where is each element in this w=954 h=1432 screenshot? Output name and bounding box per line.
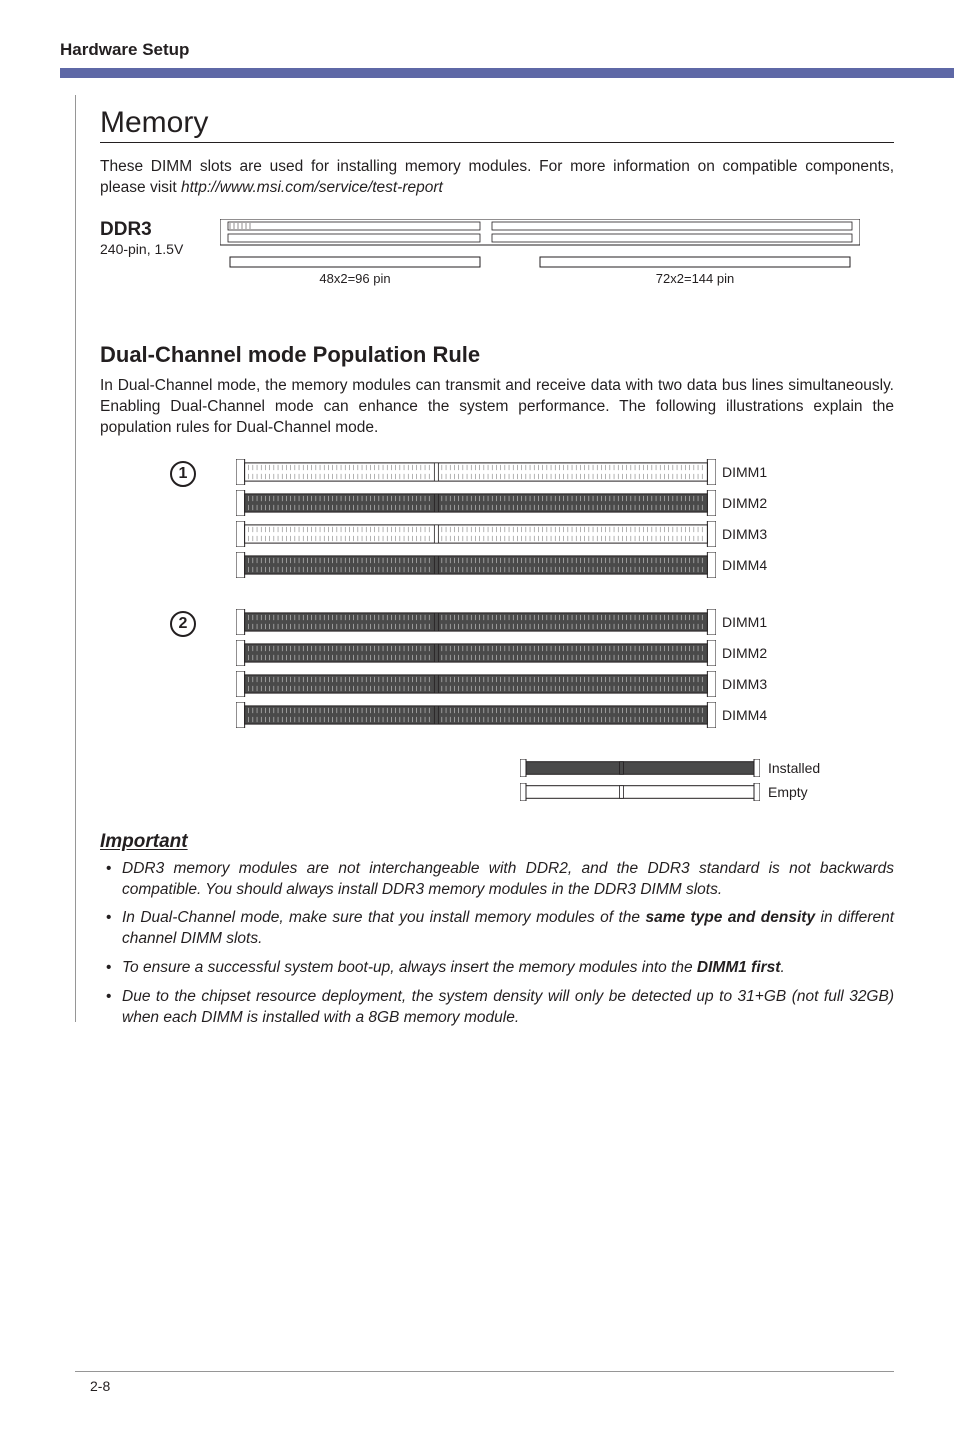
dual-channel-text: In Dual-Channel mode, the memory modules…	[100, 376, 894, 439]
pin-right-label: 72x2=144 pin	[656, 271, 734, 286]
ddr3-label: DDR3 240-pin, 1.5V	[100, 219, 220, 257]
important-list: DDR3 memory modules are not interchangea…	[100, 859, 894, 1029]
config-1: 1 DIMM1 DIMM2 DIMM3 DIMM4	[170, 459, 894, 583]
left-margin-rule	[75, 95, 76, 1022]
important-title: Important	[100, 831, 894, 853]
ddr3-module-diagram: 48x2=96 pin 72x2=144 pin	[220, 219, 894, 302]
dimm-slot-icon	[236, 640, 716, 666]
dimm-slot-icon	[236, 609, 716, 635]
dimm-slot-icon	[236, 702, 716, 728]
dimm-slot-icon	[236, 459, 716, 485]
ddr3-title: DDR3	[100, 219, 220, 241]
footer-rule	[75, 1371, 894, 1372]
dimm-slot-icon	[236, 521, 716, 547]
pin-left-label: 48x2=96 pin	[319, 271, 390, 286]
dimm1-label: DIMM1	[722, 464, 767, 480]
legend-empty-icon	[520, 783, 760, 801]
dimm2-label: DIMM2	[722, 495, 767, 511]
page-header: Hardware Setup	[60, 40, 894, 60]
legend-empty-label: Empty	[768, 784, 808, 800]
memory-intro-url: http://www.msi.com/service/test-report	[181, 179, 443, 196]
memory-intro: These DIMM slots are used for installing…	[100, 157, 894, 199]
legend-installed-label: Installed	[768, 760, 820, 776]
config-1-number: 1	[170, 461, 196, 487]
dimm2-label: DIMM2	[722, 645, 767, 661]
dimm-slot-icon	[236, 671, 716, 697]
section-rule	[100, 142, 894, 143]
config-2-number: 2	[170, 611, 196, 637]
dimm4-label: DIMM4	[722, 707, 767, 723]
dimm3-label: DIMM3	[722, 676, 767, 692]
dimm-slot-icon	[236, 490, 716, 516]
config-2: 2 DIMM1 DIMM2 DIMM3 DIMM4	[170, 609, 894, 733]
important-bullet-3: To ensure a successful system boot-up, a…	[100, 958, 894, 979]
header-bar	[60, 68, 954, 78]
important-bullet-1: DDR3 memory modules are not interchangea…	[100, 859, 894, 901]
dual-channel-title: Dual-Channel mode Population Rule	[100, 342, 894, 368]
legend-installed-icon	[520, 759, 760, 777]
dimm3-label: DIMM3	[722, 526, 767, 542]
important-bullet-4: Due to the chipset resource deployment, …	[100, 987, 894, 1029]
dimm4-label: DIMM4	[722, 557, 767, 573]
important-bullet-2: In Dual-Channel mode, make sure that you…	[100, 908, 894, 950]
legend: Installed Empty	[520, 759, 894, 801]
page-number: 2-8	[90, 1378, 110, 1394]
ddr3-sub: 240-pin, 1.5V	[100, 241, 220, 257]
dimm-slot-icon	[236, 552, 716, 578]
dimm1-label: DIMM1	[722, 614, 767, 630]
section-memory-title: Memory	[100, 106, 894, 140]
